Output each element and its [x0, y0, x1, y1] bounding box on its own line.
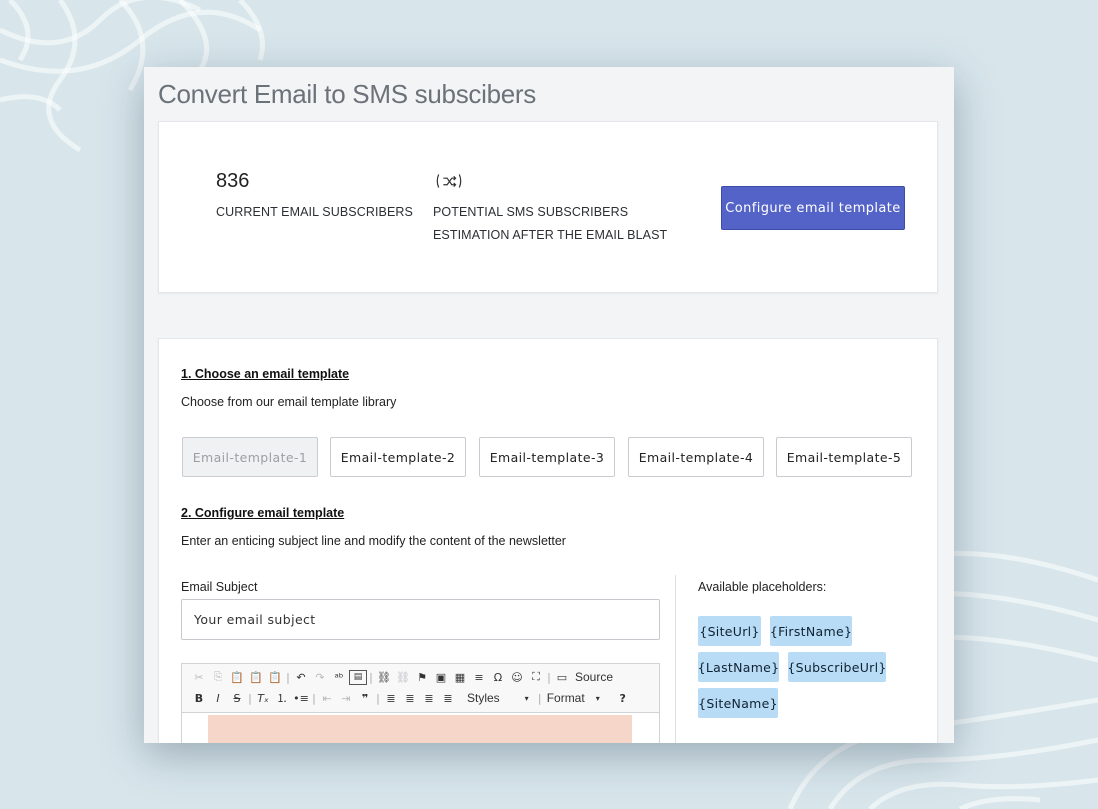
app-window: Convert Email to SMS subscibers 836 CURR…: [144, 67, 954, 743]
unlink-icon[interactable]: ⛓: [394, 668, 412, 686]
styles-dropdown[interactable]: Styles: [464, 689, 503, 707]
chevron-down-icon[interactable]: ▾: [589, 689, 607, 707]
image-icon[interactable]: ▣: [432, 668, 450, 686]
indent-icon[interactable]: ⇥: [337, 689, 355, 707]
horizontal-line-icon[interactable]: ≡: [470, 668, 488, 686]
configuration-card: 1. Choose an email template Choose from …: [158, 338, 938, 743]
strikethrough-icon[interactable]: S: [228, 689, 246, 707]
template-button-3[interactable]: Email-template-3: [479, 437, 615, 477]
current-subscribers-count: 836: [216, 170, 250, 192]
stats-card: 836 CURRENT EMAIL SUBSCRIBERS POTENTIAL …: [158, 121, 938, 293]
table-icon[interactable]: ▦: [451, 668, 469, 686]
chevron-down-icon[interactable]: ▾: [518, 689, 536, 707]
templates-icon[interactable]: ▤: [349, 669, 367, 685]
help-button[interactable]: ?: [614, 689, 632, 707]
template-button-4[interactable]: Email-template-4: [628, 437, 764, 477]
copy-icon[interactable]: ⎘: [209, 668, 227, 686]
align-right-icon[interactable]: ≣: [420, 689, 438, 707]
toolbar-separator: |: [547, 670, 551, 684]
bold-icon[interactable]: B: [190, 689, 208, 707]
toolbar-separator: |: [248, 691, 252, 705]
step2-description: Enter an enticing subject line and modif…: [181, 534, 566, 548]
blockquote-icon[interactable]: ❞: [356, 689, 374, 707]
column-divider: [675, 575, 676, 743]
bulleted-list-icon[interactable]: •≡: [292, 689, 310, 707]
cut-icon[interactable]: ✂: [190, 668, 208, 686]
spellcheck-icon[interactable]: ᵃᵇ: [330, 668, 348, 686]
align-left-icon[interactable]: ≣: [382, 689, 400, 707]
loading-spinner-icon: [434, 170, 464, 192]
link-icon[interactable]: ⛓: [375, 668, 393, 686]
email-subject-label: Email Subject: [181, 580, 258, 594]
format-dropdown[interactable]: Format: [544, 689, 588, 707]
remove-format-icon[interactable]: Tₓ: [254, 689, 272, 707]
paste-icon[interactable]: 📋: [228, 668, 246, 686]
toolbar-separator: |: [376, 691, 380, 705]
anchor-flag-icon[interactable]: ⚑: [413, 668, 431, 686]
template-button-2[interactable]: Email-template-2: [330, 437, 466, 477]
toolbar-separator: |: [312, 691, 316, 705]
page-title: Convert Email to SMS subscibers: [158, 79, 536, 109]
numbered-list-icon[interactable]: ⒈: [273, 689, 291, 707]
justify-icon[interactable]: ≣: [439, 689, 457, 707]
estimation-label: ESTIMATION AFTER THE EMAIL BLAST: [433, 228, 668, 242]
email-subject-input[interactable]: [181, 599, 660, 640]
emoji-icon[interactable]: ☺: [508, 668, 526, 686]
toolbar-separator: |: [286, 670, 290, 684]
outdent-icon[interactable]: ⇤: [318, 689, 336, 707]
step1-description: Choose from our email template library: [181, 395, 397, 409]
toolbar-separator: |: [537, 691, 542, 705]
template-button-5[interactable]: Email-template-5: [776, 437, 912, 477]
placeholder-chip-siteurl[interactable]: {SiteUrl}: [698, 616, 761, 646]
placeholder-chip-sitename[interactable]: {SiteName}: [698, 688, 778, 718]
editor-body[interactable]: [182, 712, 659, 743]
email-content-preview[interactable]: [208, 715, 632, 743]
step2-title: 2. Configure email template: [181, 506, 345, 520]
source-button[interactable]: Source: [572, 668, 616, 686]
paste-text-icon[interactable]: 📋: [247, 668, 265, 686]
source-icon[interactable]: ▭: [553, 668, 571, 686]
placeholder-chip-subscribeurl[interactable]: {SubscribeUrl}: [787, 652, 886, 682]
undo-icon[interactable]: ↶: [292, 668, 310, 686]
template-button-1[interactable]: Email-template-1: [182, 437, 318, 477]
placeholder-chip-firstname[interactable]: {FirstName}: [770, 616, 852, 646]
redo-icon[interactable]: ↷: [311, 668, 329, 686]
placeholders-title: Available placeholders:: [698, 580, 827, 594]
paste-word-icon[interactable]: 📋: [266, 668, 284, 686]
placeholder-chip-lastname[interactable]: {LastName}: [698, 652, 779, 682]
current-subscribers-label: CURRENT EMAIL SUBSCRIBERS: [216, 205, 413, 219]
editor-toolbar-row-1: ✂ ⎘ 📋 📋 📋 | ↶ ↷ ᵃᵇ ▤ | ⛓ ⛓ ⚑ ▣ ▦ ≡ Ω ☺ ⛶: [182, 666, 659, 688]
potential-subscribers-label: POTENTIAL SMS SUBSCRIBERS: [433, 205, 629, 219]
italic-icon[interactable]: I: [209, 689, 227, 707]
special-char-icon[interactable]: Ω: [489, 668, 507, 686]
maximize-icon[interactable]: ⛶: [527, 668, 545, 686]
configure-email-template-button[interactable]: Configure email template: [721, 186, 905, 230]
align-center-icon[interactable]: ≣: [401, 689, 419, 707]
step1-title: 1. Choose an email template: [181, 367, 350, 381]
rich-text-editor: ✂ ⎘ 📋 📋 📋 | ↶ ↷ ᵃᵇ ▤ | ⛓ ⛓ ⚑ ▣ ▦ ≡ Ω ☺ ⛶: [181, 663, 660, 743]
editor-toolbar-row-2: B I S | Tₓ ⒈ •≡ | ⇤ ⇥ ❞ | ≣ ≣ ≣ ≣ Styles…: [182, 687, 659, 709]
toolbar-separator: |: [369, 670, 373, 684]
